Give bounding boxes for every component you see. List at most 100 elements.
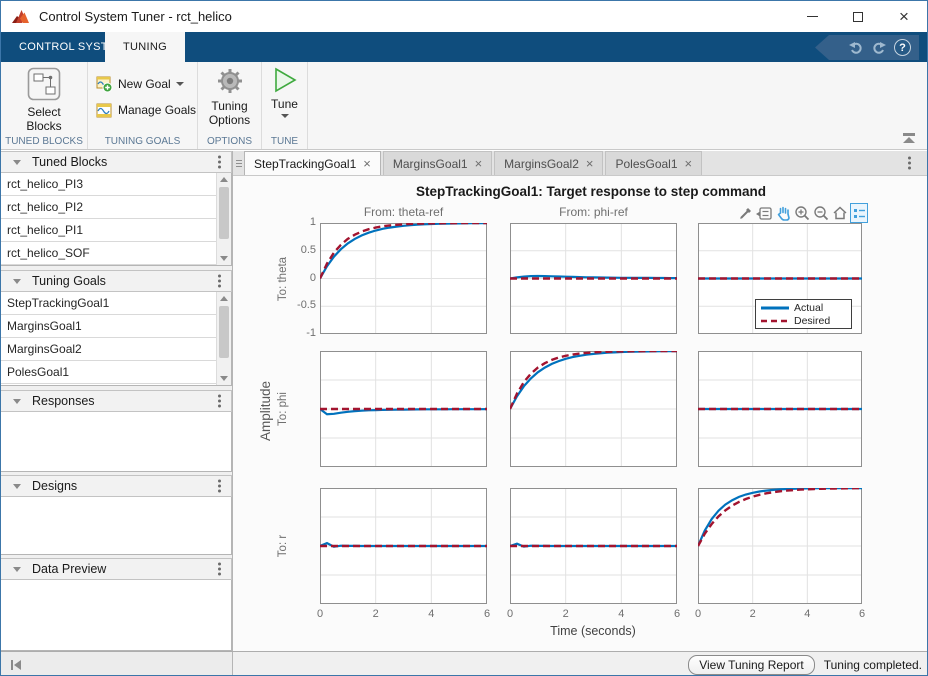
list-item[interactable]: StepTrackingGoal1 [1,292,231,315]
list-item[interactable]: MarginsGoal1 [1,315,231,338]
list-item[interactable]: MarginsGoal2 [1,338,231,361]
y-tick-label: 1 [272,216,316,228]
help-icon[interactable]: ? [894,39,911,56]
group-label-tuning-goals: TUNING GOALS [88,136,197,147]
collapse-ribbon-button[interactable] [901,133,917,143]
panel-menu-button[interactable] [216,154,223,171]
view-tuning-report-button[interactable]: View Tuning Report [688,655,815,675]
scroll-down-icon[interactable] [217,372,231,385]
doc-tab-steptrackinggoal1[interactable]: StepTrackingGoal1 × [244,151,381,175]
scroll-thumb[interactable] [219,187,229,239]
brush-icon[interactable] [736,203,754,223]
plot-cell-0-0[interactable] [320,223,487,334]
plot-cell-2-2[interactable] [698,488,862,604]
legend-entry: Desired [760,314,847,327]
select-blocks-icon [26,66,62,102]
tune-button[interactable]: Tune [262,66,307,118]
scrollbar[interactable] [216,173,231,265]
new-goal-label: New Goal [118,77,171,91]
close-button[interactable]: × [881,1,927,32]
select-blocks-button[interactable]: Select Blocks [1,66,87,133]
doc-tab-label: MarginsGoal1 [393,157,468,171]
document-tab-bar: StepTrackingGoal1 × MarginsGoal1 × Margi… [233,151,927,176]
step-response-figure: StepTrackingGoal1: Target response to st… [233,176,928,651]
doc-tab-label: StepTrackingGoal1 [254,157,356,171]
doc-tab-marginsgoal2[interactable]: MarginsGoal2 × [494,151,603,175]
panel-list-tuning-goals: StepTrackingGoal1MarginsGoal1MarginsGoal… [1,292,232,386]
close-tab-icon[interactable]: × [685,157,693,170]
maximize-button[interactable] [835,1,881,32]
tab-tuning[interactable]: TUNING [105,32,185,62]
panel-menu-button[interactable] [216,561,223,578]
scroll-up-icon[interactable] [217,173,231,186]
panel-header-tuning-goals[interactable]: Tuning Goals [1,270,232,292]
panel-header-responses[interactable]: Responses [1,390,232,412]
new-goal-button[interactable]: New Goal [96,74,184,94]
plot-cell-1-1[interactable] [510,351,677,467]
group-label-tune: TUNE [262,136,307,147]
ribbon-tab-band: CONTROL SYSTEM TUNING ? [1,32,927,62]
panel-header-designs[interactable]: Designs [1,475,232,497]
panel-menu-button[interactable] [216,393,223,410]
panel-list-designs [1,497,232,555]
list-item[interactable]: rct_helico_PI1 [1,219,231,242]
manage-goals-button[interactable]: Manage Goals [96,100,196,120]
plot-cell-1-0[interactable] [320,351,487,467]
play-icon [272,66,298,94]
plot-cell-2-0[interactable] [320,488,487,604]
panel-title: Data Preview [32,562,106,576]
redo-icon[interactable] [871,41,887,55]
gear-icon [215,66,245,96]
panel-menu-button[interactable] [216,478,223,495]
plot-cell-0-1[interactable] [510,223,677,334]
list-item[interactable]: rct_helico_SOF [1,242,231,265]
home-icon[interactable] [831,203,849,223]
panel-menu-button[interactable] [216,273,223,290]
chart-title: StepTrackingGoal1: Target response to st… [320,184,862,199]
tuning-options-button[interactable]: Tuning Options [198,66,261,127]
panel-header-tuned-blocks[interactable]: Tuned Blocks [1,151,232,173]
title-bar: Control System Tuner - rct_helico × [1,1,927,32]
y-axis-label: Amplitude [258,351,274,471]
legend[interactable]: ActualDesired [755,299,852,329]
x-tick-label: 4 [609,608,633,620]
datatip-icon[interactable] [755,203,773,223]
panel-list-responses [1,412,232,472]
plot-cell-1-2[interactable] [698,351,862,467]
list-item[interactable]: PolesGoal1 [1,361,231,384]
panel-list-data-preview [1,580,232,651]
collapse-sidebar-icon[interactable] [9,658,23,672]
panel-header-data-preview[interactable]: Data Preview [1,558,232,580]
close-tab-icon[interactable]: × [363,157,371,170]
matlab-logo-icon [12,9,30,25]
tab-bar-menu-button[interactable] [906,155,913,172]
tune-dropdown-icon [281,114,289,118]
list-item[interactable]: rct_helico_PI2 [1,196,231,219]
scroll-up-icon[interactable] [217,292,231,305]
status-bar-right: View Tuning Report Tuning completed. [233,652,927,676]
legend-toggle-icon[interactable] [850,203,868,223]
scroll-down-icon[interactable] [217,252,231,265]
y-tick-label: 0.5 [272,244,316,256]
close-tab-icon[interactable]: × [586,157,594,170]
pan-icon[interactable] [774,203,792,223]
zoom-in-icon[interactable] [793,203,811,223]
close-tab-icon[interactable]: × [475,157,483,170]
zoom-out-icon[interactable] [812,203,830,223]
scrollbar[interactable] [216,292,231,385]
minimize-button[interactable] [789,1,835,32]
axes-toolbar [736,203,868,223]
solid-line-sample-icon [760,304,790,312]
group-options: Tuning Options OPTIONS [198,62,262,149]
list-item[interactable]: rct_helico_PI3 [1,173,231,196]
scroll-thumb[interactable] [219,306,229,358]
doc-tab-marginsgoal1[interactable]: MarginsGoal1 × [383,151,492,175]
plot-cell-2-1[interactable] [510,488,677,604]
undo-icon[interactable] [848,41,864,55]
drag-handle-icon[interactable] [233,151,244,175]
col-title: From: theta-ref [320,205,487,219]
window-title: Control System Tuner - rct_helico [39,9,232,24]
doc-tab-polesgoal1[interactable]: PolesGoal1 × [605,151,702,175]
x-tick-label: 2 [741,608,765,620]
x-tick-label: 2 [554,608,578,620]
